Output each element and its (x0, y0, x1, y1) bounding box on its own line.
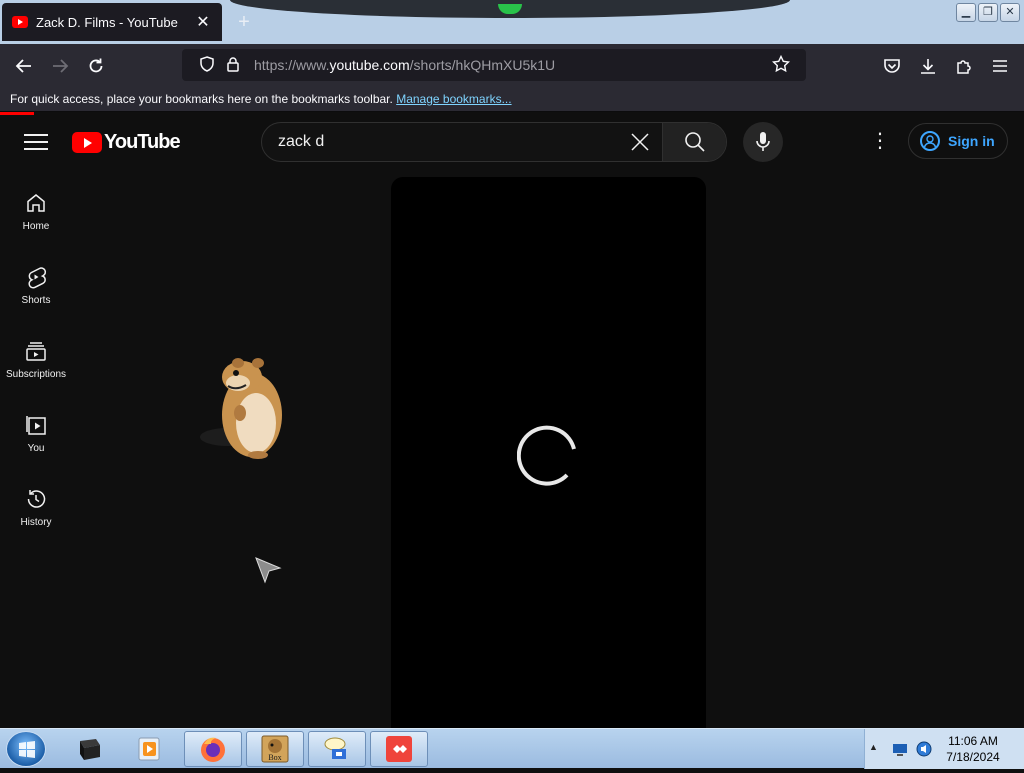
sidebar-label-shorts: Shorts (21, 295, 51, 306)
mouse-pointer-icon (255, 557, 282, 584)
windows-logo-icon (19, 741, 35, 758)
sign-in-label: Sign in (948, 133, 995, 149)
windows-taskbar: Box ▲ 11:06 AM 7/18/2024 (0, 728, 1024, 769)
home-icon (27, 194, 45, 212)
titlebar-decoration (230, 0, 790, 18)
url-path: /shorts/hkQHmXU5k1U (409, 57, 556, 73)
sidebar-label-home: Home (22, 221, 50, 232)
browser-tab[interactable]: Zack D. Films - YouTube ✕ (2, 3, 222, 41)
box-app-icon: Box (261, 735, 289, 763)
url-text[interactable]: https://www.youtube.com/shorts/hkQHmXU5k… (246, 57, 768, 73)
new-tab-button[interactable]: + (232, 10, 256, 34)
box-app-label: Box (268, 753, 281, 762)
address-bar[interactable]: https://www.youtube.com/shorts/hkQHmXU5k… (182, 49, 806, 81)
tab-close-icon[interactable]: ✕ (194, 12, 212, 32)
sidebar-item-shorts[interactable]: Shorts (0, 243, 72, 317)
sidebar-item-home[interactable]: Home (0, 169, 72, 243)
chat-app-icon (324, 737, 346, 759)
youtube-logo[interactable]: YouTube (72, 131, 181, 154)
youtube-masthead: YouTube ⋮ Sign in (0, 115, 1024, 169)
youtube-favicon-icon (12, 16, 28, 28)
manage-bookmarks-link[interactable]: Manage bookmarks... (396, 92, 511, 106)
reload-button[interactable] (82, 52, 110, 80)
start-button[interactable] (6, 731, 46, 767)
shorts-icon (28, 267, 47, 289)
shield-icon[interactable] (194, 55, 220, 75)
puzzle-icon (957, 60, 971, 74)
clock-time: 11:06 AM (948, 734, 998, 748)
search-input[interactable] (262, 123, 618, 161)
forward-button[interactable] (46, 52, 74, 80)
microphone-icon (756, 132, 770, 151)
taskbar-app-media-player[interactable] (120, 731, 178, 767)
media-player-icon (138, 737, 160, 761)
loading-spinner-icon (517, 425, 576, 486)
lock-icon[interactable] (220, 56, 246, 75)
clock-date: 7/18/2024 (946, 750, 1000, 764)
shorts-video-player[interactable] (391, 177, 706, 730)
taskbar-app-terminal[interactable] (60, 731, 118, 767)
downloads-button[interactable] (914, 52, 942, 80)
remote-desktop-icon (386, 736, 412, 762)
sidebar-label-history: History (20, 517, 52, 528)
clear-search-icon[interactable] (618, 123, 662, 161)
taskbar-app-anydesk[interactable] (370, 731, 428, 767)
sidebar-label-subscriptions: Subscriptions (5, 369, 67, 380)
bookmark-star-icon[interactable] (768, 54, 794, 76)
sign-in-button[interactable]: Sign in (908, 123, 1008, 159)
voice-search-button[interactable] (743, 122, 783, 162)
menu-button[interactable] (986, 52, 1014, 80)
reload-icon (89, 58, 103, 73)
tab-title: Zack D. Films - YouTube (36, 14, 178, 30)
sidebar-item-subscriptions[interactable]: Subscriptions (0, 317, 72, 391)
browser-nav-bar: https://www.youtube.com/shorts/hkQHmXU5k… (0, 44, 1024, 86)
restore-button[interactable]: ❐ (978, 3, 998, 22)
url-domain: youtube.com (329, 57, 410, 73)
sidebar-item-you[interactable]: You (0, 391, 72, 465)
terminal-app-icon (80, 739, 100, 760)
back-arrow-icon (15, 59, 31, 73)
taskbar-app-messenger[interactable] (308, 731, 366, 767)
youtube-logo-text: YouTube (104, 131, 181, 153)
hamster-sticker-icon (200, 358, 282, 459)
sidebar-label-you: You (27, 443, 45, 454)
pocket-button[interactable] (878, 52, 906, 80)
hamburger-menu-icon (993, 60, 1007, 72)
youtube-sidebar: Home Shorts Subscriptions You History (0, 169, 72, 729)
user-avatar-icon (920, 131, 940, 151)
pocket-icon (884, 59, 900, 73)
you-icon (26, 416, 46, 435)
firefox-icon (201, 737, 225, 762)
back-button[interactable] (10, 52, 38, 80)
window-title-bar: Zack D. Films - YouTube ✕ + ▁ ❐ ✕ (0, 0, 1024, 44)
youtube-play-icon (72, 132, 102, 153)
close-window-button[interactable]: ✕ (1000, 3, 1020, 22)
taskbar-app-firefox[interactable] (184, 731, 242, 767)
tray-expand-icon[interactable]: ▲ (869, 742, 878, 752)
download-icon (921, 59, 935, 74)
guide-menu-icon[interactable] (24, 131, 48, 153)
search-icon (684, 132, 705, 152)
subscriptions-icon (26, 342, 46, 361)
minimize-button[interactable]: ▁ (956, 3, 976, 22)
forward-arrow-icon (53, 59, 69, 73)
history-icon (27, 490, 46, 508)
titlebar-glow (498, 4, 522, 14)
taskbar-app-box[interactable]: Box (246, 731, 304, 767)
settings-kebab-icon[interactable]: ⋮ (868, 131, 892, 153)
bookmarks-hint: For quick access, place your bookmarks h… (10, 92, 393, 106)
bookmarks-toolbar: For quick access, place your bookmarks h… (0, 86, 1024, 112)
taskbar-clock[interactable]: 11:06 AM 7/18/2024 (924, 733, 1022, 765)
search-button[interactable] (662, 123, 726, 161)
url-prefix: https://www. (254, 57, 330, 73)
search-box (261, 122, 727, 162)
network-icon[interactable] (891, 740, 909, 758)
extensions-button[interactable] (950, 52, 978, 80)
sidebar-item-history[interactable]: History (0, 465, 72, 539)
